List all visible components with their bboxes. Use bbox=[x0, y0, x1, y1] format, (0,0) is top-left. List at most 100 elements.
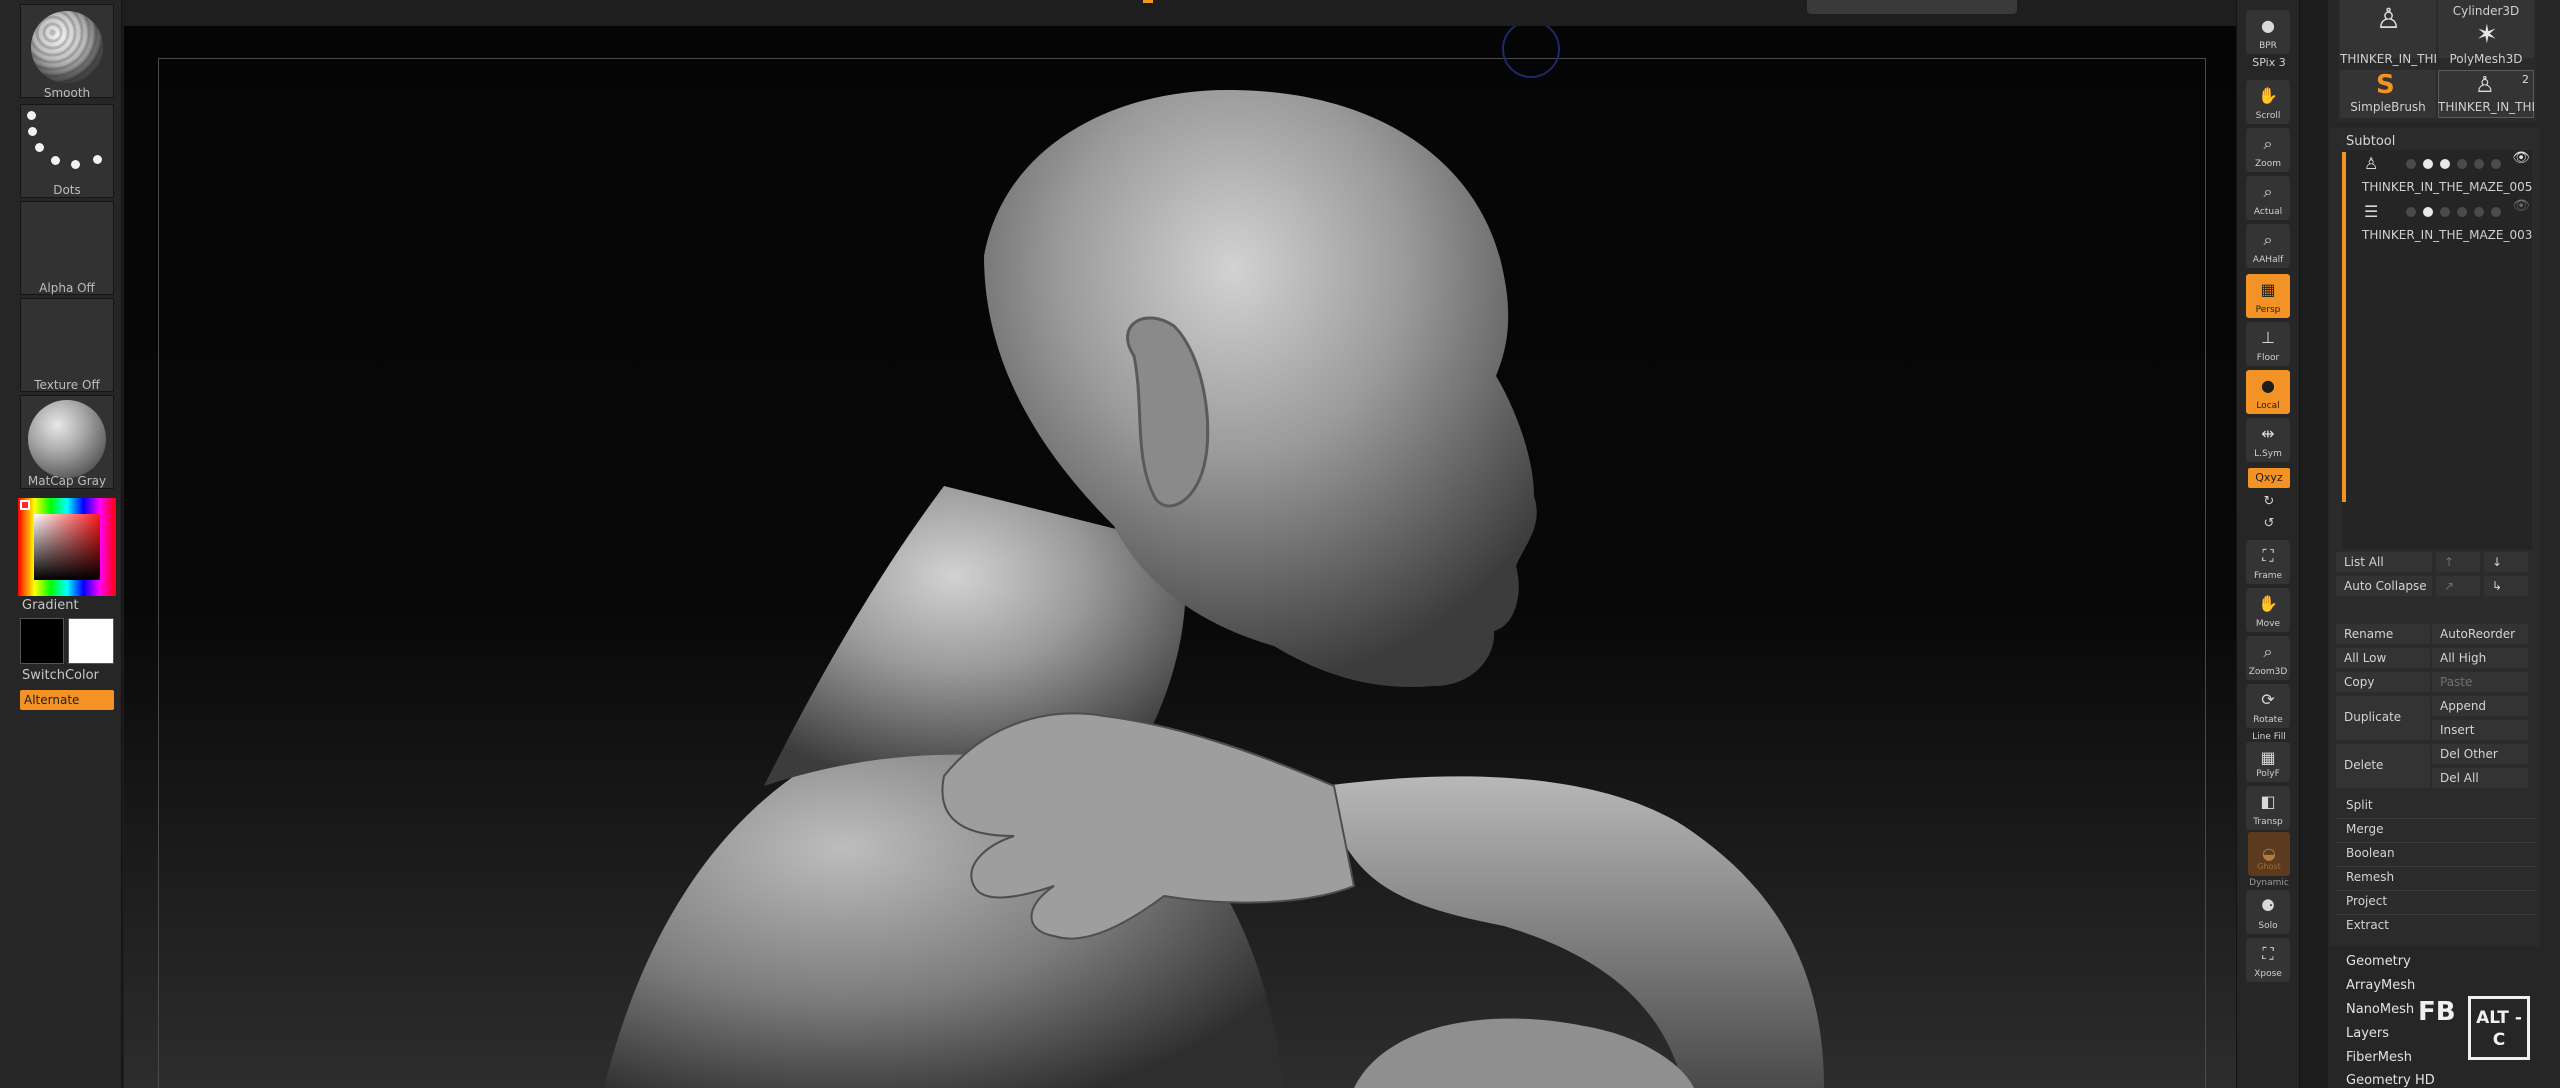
menu-divider bbox=[2336, 914, 2536, 915]
tool-simplebrush-name: SimpleBrush bbox=[2350, 100, 2426, 114]
subtool-scrollbar[interactable] bbox=[2342, 152, 2346, 502]
insert-button[interactable]: Insert bbox=[2432, 720, 2528, 740]
smooth-brush-icon bbox=[31, 11, 103, 83]
dot bbox=[93, 155, 102, 164]
move-down-arrow-icon[interactable]: ↓ bbox=[2484, 552, 2528, 572]
tool-thinker-thumb[interactable]: ♙ bbox=[2340, 0, 2436, 58]
visibility-eye-icon[interactable]: 👁 bbox=[2512, 150, 2530, 166]
lsym-button[interactable]: ⇹ L.Sym bbox=[2246, 418, 2290, 462]
geometry-hd-menu[interactable]: Geometry HD bbox=[2346, 1073, 2435, 1088]
solo-label: Solo bbox=[2258, 921, 2278, 931]
brush-label: Smooth bbox=[43, 86, 91, 100]
del-other-button[interactable]: Del Other bbox=[2432, 744, 2528, 764]
main-color-swatch[interactable] bbox=[20, 618, 64, 664]
actual-button[interactable]: ⌕ Actual bbox=[2246, 176, 2290, 220]
secondary-color-swatch[interactable] bbox=[68, 618, 114, 664]
persp-button[interactable]: ▦ Persp bbox=[2246, 274, 2290, 318]
z-rotate-icon[interactable]: ↺ bbox=[2239, 516, 2299, 531]
subtool-title[interactable]: Subtool bbox=[2346, 134, 2395, 149]
nanomesh-menu[interactable]: NanoMesh bbox=[2346, 1002, 2414, 1017]
auto-collapse-button[interactable]: Auto Collapse bbox=[2336, 576, 2432, 596]
subtool-item[interactable]: ♙ 👁 THINKER_IN_THE_MAZE_005 bbox=[2350, 150, 2532, 194]
visibility-eye-icon[interactable]: 👁 bbox=[2512, 198, 2530, 214]
project-menu[interactable]: Project bbox=[2346, 894, 2387, 908]
zoom3d-button[interactable]: ⌕ Zoom3D bbox=[2246, 636, 2290, 680]
rotate-button[interactable]: ⟳ Rotate bbox=[2246, 684, 2290, 728]
aahalf-button[interactable]: ⌕ AAHalf bbox=[2246, 224, 2290, 268]
boolean-menu[interactable]: Boolean bbox=[2346, 846, 2395, 860]
paste-button[interactable]: Paste bbox=[2432, 672, 2528, 692]
color-picker[interactable] bbox=[18, 498, 116, 596]
split-menu[interactable]: Split bbox=[2346, 798, 2373, 812]
xpose-button[interactable]: ⛶ Xpose bbox=[2246, 938, 2290, 982]
subtool-item[interactable]: ☰ 👁 THINKER_IN_THE_MAZE_003 bbox=[2350, 198, 2532, 242]
alternate-button[interactable]: Alternate bbox=[20, 690, 114, 710]
fibermesh-menu[interactable]: FiberMesh bbox=[2346, 1050, 2412, 1065]
alpha-label: Alpha Off bbox=[39, 281, 95, 295]
scroll-button[interactable]: ✋ Scroll bbox=[2246, 80, 2290, 124]
spix-control[interactable]: SPix 3 bbox=[2239, 56, 2299, 69]
solo-button[interactable]: ⚈ Solo bbox=[2246, 890, 2290, 934]
bpr-button[interactable]: ● BPR bbox=[2246, 10, 2290, 54]
symmetry-icon: ⇹ bbox=[2261, 424, 2275, 443]
local-label: Local bbox=[2256, 401, 2280, 411]
tray-divider bbox=[2300, 0, 2328, 1088]
dot bbox=[35, 143, 44, 152]
linefill-label: Line Fill bbox=[2252, 732, 2286, 742]
floor-label: Floor bbox=[2256, 353, 2280, 363]
color-picker-marker[interactable] bbox=[20, 500, 30, 510]
bpr-label: BPR bbox=[2259, 41, 2277, 51]
merge-menu[interactable]: Merge bbox=[2346, 822, 2383, 836]
all-high-button[interactable]: All High bbox=[2432, 648, 2528, 668]
list-all-button[interactable]: List All bbox=[2336, 552, 2432, 572]
delete-button[interactable]: Delete bbox=[2336, 744, 2430, 788]
geometry-menu[interactable]: Geometry bbox=[2346, 954, 2411, 969]
stroke-label: Dots bbox=[53, 183, 81, 197]
all-low-button[interactable]: All Low bbox=[2336, 648, 2430, 668]
arraymesh-menu[interactable]: ArrayMesh bbox=[2346, 978, 2415, 993]
polyf-button[interactable]: ▦ PolyF bbox=[2246, 742, 2290, 782]
matcap-sphere-icon bbox=[28, 400, 106, 478]
xyz-rotate-button[interactable]: Qxyz bbox=[2248, 468, 2290, 488]
switchcolor-button[interactable]: SwitchColor bbox=[22, 668, 99, 683]
ghost-button[interactable]: ◒ Ghost bbox=[2248, 832, 2290, 876]
copy-button[interactable]: Copy bbox=[2336, 672, 2430, 692]
tool-polymesh-name: PolyMesh3D bbox=[2449, 52, 2523, 66]
gradient-label[interactable]: Gradient bbox=[22, 598, 79, 613]
move-up-arrow-icon[interactable]: ↑ bbox=[2436, 552, 2480, 572]
top-tab[interactable] bbox=[1807, 0, 2017, 14]
y-rotate-icon[interactable]: ↻ bbox=[2239, 494, 2299, 509]
arrow-up-right-icon[interactable]: ↗ bbox=[2436, 576, 2480, 596]
transp-button[interactable]: ◧ Transp bbox=[2246, 786, 2290, 830]
polyframe-grid-icon: ▦ bbox=[2260, 748, 2276, 767]
auto-reorder-button[interactable]: AutoReorder bbox=[2432, 624, 2528, 644]
subtool-toggles[interactable] bbox=[2406, 154, 2526, 169]
layers-menu[interactable]: Layers bbox=[2346, 1026, 2389, 1041]
zoom-button[interactable]: ⌕ Zoom bbox=[2246, 128, 2290, 172]
rename-button[interactable]: Rename bbox=[2336, 624, 2430, 644]
local-button[interactable]: ● Local bbox=[2246, 370, 2290, 414]
duplicate-button[interactable]: Duplicate bbox=[2336, 696, 2430, 740]
top-accent-mark bbox=[1143, 0, 1153, 3]
altc-logo: ALT -C bbox=[2468, 996, 2530, 1060]
material-label: MatCap Gray bbox=[27, 474, 107, 488]
append-button[interactable]: Append bbox=[2432, 696, 2528, 716]
extract-menu[interactable]: Extract bbox=[2346, 918, 2389, 932]
tool-thinker-active-name: THINKER_IN_THI bbox=[2438, 100, 2534, 114]
document-canvas[interactable] bbox=[124, 26, 2236, 1088]
arrow-down-right-icon[interactable]: ↳ bbox=[2484, 576, 2528, 596]
remesh-menu[interactable]: Remesh bbox=[2346, 870, 2394, 884]
zoom-label: Zoom bbox=[2255, 159, 2281, 169]
rotate-icon: ⟳ bbox=[2261, 690, 2275, 709]
dot bbox=[28, 127, 37, 136]
perspective-grid-icon: ▦ bbox=[2260, 280, 2276, 299]
color-picker-square[interactable] bbox=[34, 514, 100, 580]
move-button[interactable]: ✋ Move bbox=[2246, 588, 2290, 632]
floor-button[interactable]: ⊥ Floor bbox=[2246, 322, 2290, 366]
brush-selector[interactable] bbox=[20, 4, 114, 98]
rotate-label: Rotate bbox=[2253, 715, 2283, 725]
subtool-toggles[interactable] bbox=[2406, 202, 2526, 217]
menu-divider bbox=[2336, 818, 2536, 819]
frame-button[interactable]: ⛶ Frame bbox=[2246, 540, 2290, 584]
del-all-button[interactable]: Del All bbox=[2432, 768, 2528, 788]
